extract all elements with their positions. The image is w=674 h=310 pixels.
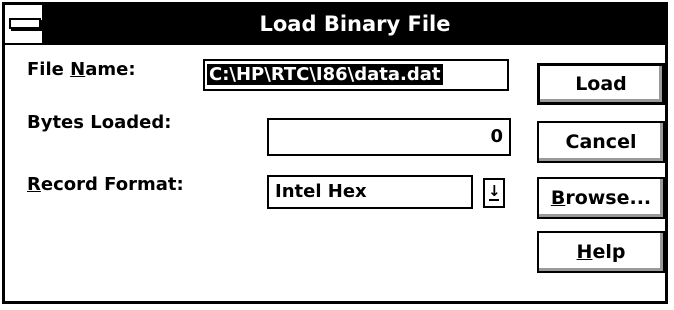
help-button[interactable]: Help [537,231,665,273]
file-name-label: File Name: [27,59,136,80]
load-binary-file-dialog: Load Binary File File Name: C:\HP\RTC\I8… [2,2,668,304]
title-bar[interactable]: Load Binary File [5,5,665,45]
file-name-input[interactable]: C:\HP\RTC\I86\data.dat [203,59,509,91]
down-arrow-icon[interactable]: ↓ [483,178,505,208]
system-menu-icon[interactable] [5,5,45,43]
record-format-select[interactable]: Intel Hex [267,175,473,209]
browse-button[interactable]: Browse... [537,177,665,219]
record-format-value: Intel Hex [275,181,367,202]
bytes-loaded-field: 0 [267,118,511,156]
bytes-loaded-label: Bytes Loaded: [27,112,172,133]
record-format-label: Record Format: [27,174,184,195]
cancel-button[interactable]: Cancel [537,121,665,163]
file-name-value: C:\HP\RTC\I86\data.dat [207,64,443,85]
load-button[interactable]: Load [537,63,665,105]
bytes-loaded-value: 0 [490,126,503,147]
dialog-title: Load Binary File [259,12,451,36]
